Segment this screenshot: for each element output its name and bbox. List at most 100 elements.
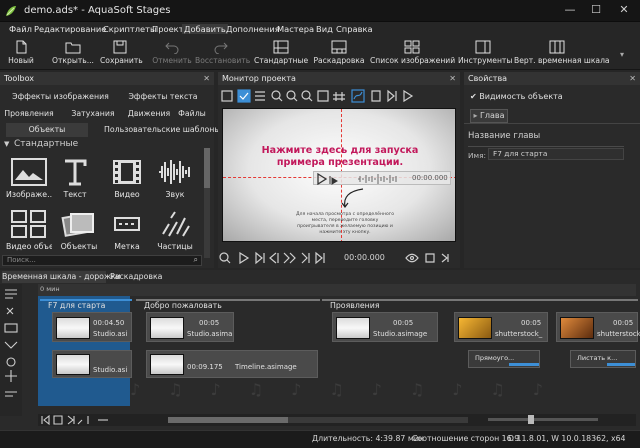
app-logo-icon — [4, 4, 18, 18]
section-standard: Стандартные — [14, 139, 79, 149]
menu-view[interactable]: Вид — [316, 24, 333, 34]
monitor-toolbar — [220, 88, 458, 104]
object-sound[interactable]: Звук — [152, 158, 198, 199]
clip-row2-1[interactable]: Studio.asi — [52, 350, 132, 378]
tab-fade-in[interactable]: Проявления — [4, 109, 54, 118]
ruler-zero-label: 0 мин — [40, 285, 60, 293]
clip-row2-time: 00:09.175 — [187, 363, 223, 371]
clip-5[interactable]: 00:05 shutterstock_ — [556, 312, 640, 342]
tab-text-effects[interactable]: Эффекты текста — [118, 92, 208, 101]
chapter-3[interactable]: Проявления — [322, 299, 638, 310]
object-video[interactable]: Видео — [104, 158, 150, 199]
toolbox-scroll-thumb[interactable] — [204, 148, 210, 188]
tab-user-templates[interactable]: Пользовательские шаблоны — [104, 125, 221, 134]
timeline-left-tools — [0, 284, 22, 416]
monitor-close-icon[interactable]: ✕ — [449, 72, 456, 85]
monitor-transport: 00:00.000 — [218, 250, 460, 266]
object-text[interactable]: Текст — [52, 158, 98, 199]
chapter-name-input[interactable]: F7 для старта — [488, 148, 624, 160]
clip-row2-2[interactable]: 00:09.175 Timeline.asimage — [146, 350, 318, 378]
chapter-2[interactable]: Добро пожаловать — [136, 299, 320, 310]
transition-1[interactable]: Прямоуго... — [468, 350, 540, 368]
timeline-scroll-thumb[interactable] — [168, 417, 288, 423]
window-title: demo.ads* - AquaSoft Stages — [24, 5, 171, 16]
open-button[interactable]: Открыть... — [52, 40, 94, 69]
menu-extras[interactable]: Дополнения — [226, 24, 280, 34]
toolbox-scrollbar[interactable] — [204, 148, 210, 258]
collage-icon — [11, 210, 46, 238]
tab-storyboard[interactable]: Раскадровка — [110, 272, 162, 281]
waveform-icon — [159, 160, 190, 184]
undo-icon — [164, 40, 180, 55]
menu-wizards[interactable]: Мастера — [277, 24, 314, 34]
layout-imagelist-button[interactable]: Список изображений — [370, 40, 455, 69]
object-collage[interactable]: Видео объектов — [6, 210, 52, 251]
preview-hint-text: Для начала просмотра с определённого мес… — [295, 212, 395, 235]
tab-motions[interactable]: Движения — [126, 109, 172, 118]
maximize-button[interactable]: ☐ — [586, 3, 606, 17]
menu-add[interactable]: Добавить — [182, 24, 228, 34]
search-icon[interactable]: ⌕ — [194, 255, 198, 265]
timeline-ruler[interactable]: 0 мин — [38, 284, 636, 296]
tab-timeline-tracks[interactable]: Временная шкала - дорожки — [2, 271, 121, 283]
new-button[interactable]: Новый — [6, 40, 36, 69]
image-list-icon — [404, 40, 420, 54]
timeline-scrollbar[interactable] — [168, 417, 468, 423]
monitor-play-icon[interactable] — [239, 251, 250, 265]
object-image[interactable]: Изображе... — [6, 158, 52, 199]
tab-chapter[interactable]: ▸ Глава — [470, 109, 508, 123]
clip-2[interactable]: 00:05 Studio.asima — [146, 312, 234, 342]
visibility-checkbox[interactable]: ✔ Видимость объекта — [470, 92, 563, 101]
chapter-name-section: Название главы — [468, 131, 541, 141]
redo-button[interactable]: Восстановить — [195, 40, 250, 69]
preview-arrow-icon — [341, 188, 364, 208]
layout-storyboard-button[interactable]: Раскадровка — [313, 40, 365, 69]
layout-tools-button[interactable]: Инструменты — [458, 40, 512, 69]
object-objects[interactable]: Объекты — [56, 210, 102, 251]
close-button[interactable]: ✕ — [614, 3, 634, 17]
timeline-zoom-slider[interactable] — [488, 415, 598, 424]
preview-play-icon[interactable] — [316, 173, 356, 185]
transition-progress — [509, 363, 539, 366]
section-divider — [468, 146, 624, 147]
object-particles[interactable]: Частицы — [152, 210, 198, 251]
monitor-tool-select-icon[interactable] — [221, 90, 233, 102]
layout-vtimeline-button[interactable]: Верт. временная шкала — [514, 40, 610, 69]
save-icon — [112, 40, 128, 54]
clip-photo-thumbnail — [458, 317, 492, 339]
zoom-slider-handle[interactable] — [528, 415, 534, 424]
clip-1[interactable]: 00:04.50 Studio.asi — [52, 312, 132, 342]
menu-help[interactable]: Справка — [336, 24, 373, 34]
timeline-panel: Временная шкала - дорожки Раскадровка 0 … — [0, 270, 640, 430]
menu-scriptlets[interactable]: Скриптлеты — [103, 24, 157, 34]
object-label[interactable]: Метка — [104, 210, 150, 251]
menu-file[interactable]: Файл — [9, 24, 32, 34]
clip-thumbnail — [56, 354, 90, 375]
toolbox-search-input[interactable]: Поиск... ⌕ — [2, 255, 202, 266]
transition-2[interactable]: Листать к... — [570, 350, 636, 368]
chapter-1[interactable]: F7 для старта — [40, 299, 132, 310]
menu-edit[interactable]: Редактирование — [34, 24, 106, 34]
properties-close-icon[interactable]: ✕ — [629, 72, 636, 85]
toolbar-more-icon[interactable]: ▾ — [620, 50, 624, 59]
clip-3[interactable]: 00:05 Studio.asimage — [332, 312, 438, 342]
tab-files[interactable]: Файлы — [174, 109, 210, 118]
tab-fade-out[interactable]: Затухания — [68, 109, 118, 118]
properties-title: Свойства — [468, 74, 508, 83]
preview-canvas[interactable]: Нажмите здесь для запуска примера презен… — [222, 108, 456, 242]
toolbox-header: Toolbox ✕ — [0, 72, 214, 85]
title-bar: demo.ads* - AquaSoft Stages — ☐ ✕ — [0, 0, 640, 22]
tab-objects[interactable]: Объекты — [6, 123, 88, 137]
tab-image-effects[interactable]: Эффекты изображения — [8, 92, 113, 101]
clip-thumbnail — [150, 317, 184, 339]
layout-standard-button[interactable]: Стандартные — [254, 40, 308, 69]
section-collapse-icon[interactable]: ▼ — [4, 140, 9, 148]
save-button[interactable]: Сохранить — [100, 40, 143, 69]
menu-project[interactable]: Проект — [152, 24, 184, 34]
undo-button[interactable]: Отменить — [152, 40, 192, 69]
minimize-button[interactable]: — — [560, 3, 580, 17]
properties-divider — [464, 123, 640, 124]
photo-stack-icon — [61, 213, 94, 237]
clip-4[interactable]: 00:05 shutterstock_ — [454, 312, 548, 342]
toolbox-close-icon[interactable]: ✕ — [203, 72, 210, 85]
